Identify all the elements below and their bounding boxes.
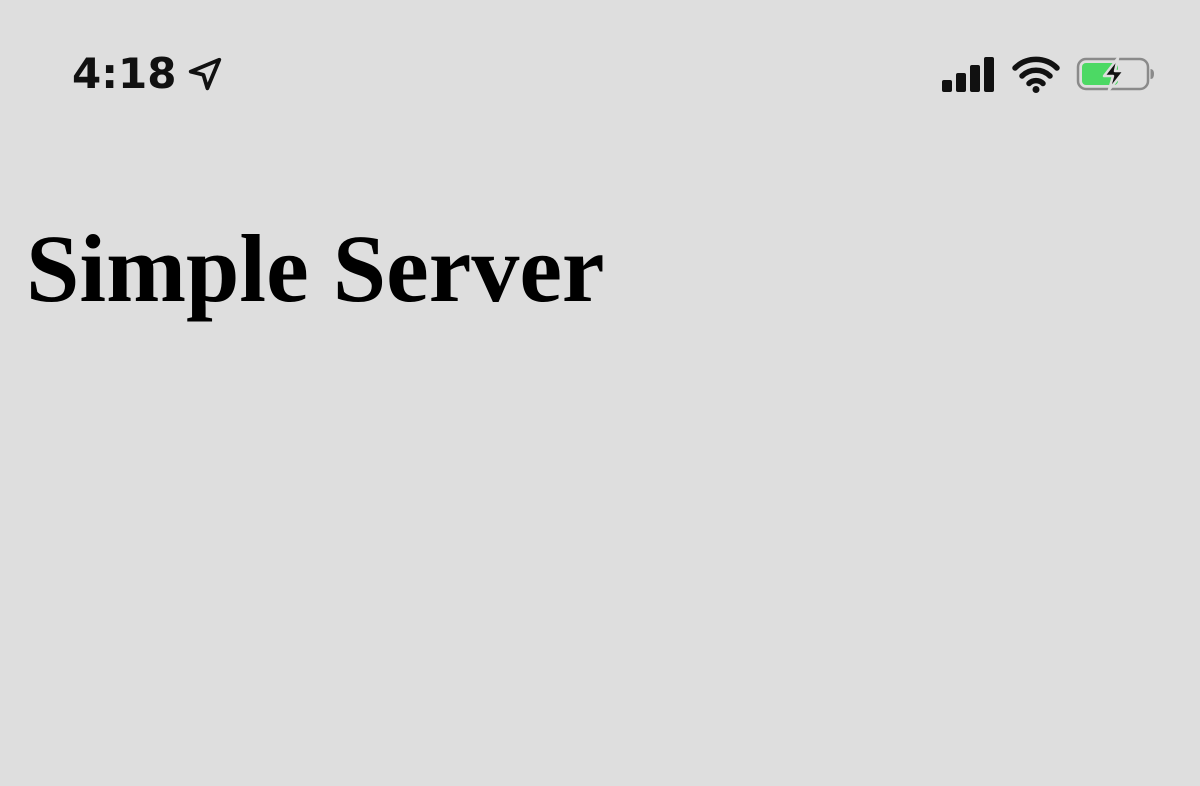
wifi-icon — [1012, 56, 1060, 93]
cellular-signal-icon — [942, 57, 994, 92]
location-arrow-icon — [189, 57, 222, 91]
page-title: Simple Server — [26, 215, 605, 322]
battery-charging-icon — [1076, 56, 1154, 92]
time-group: 4:18 — [72, 46, 224, 102]
status-time: 4:18 — [72, 49, 177, 98]
status-icons — [940, 52, 1156, 96]
status-bar: 4:18 — [0, 0, 1200, 150]
